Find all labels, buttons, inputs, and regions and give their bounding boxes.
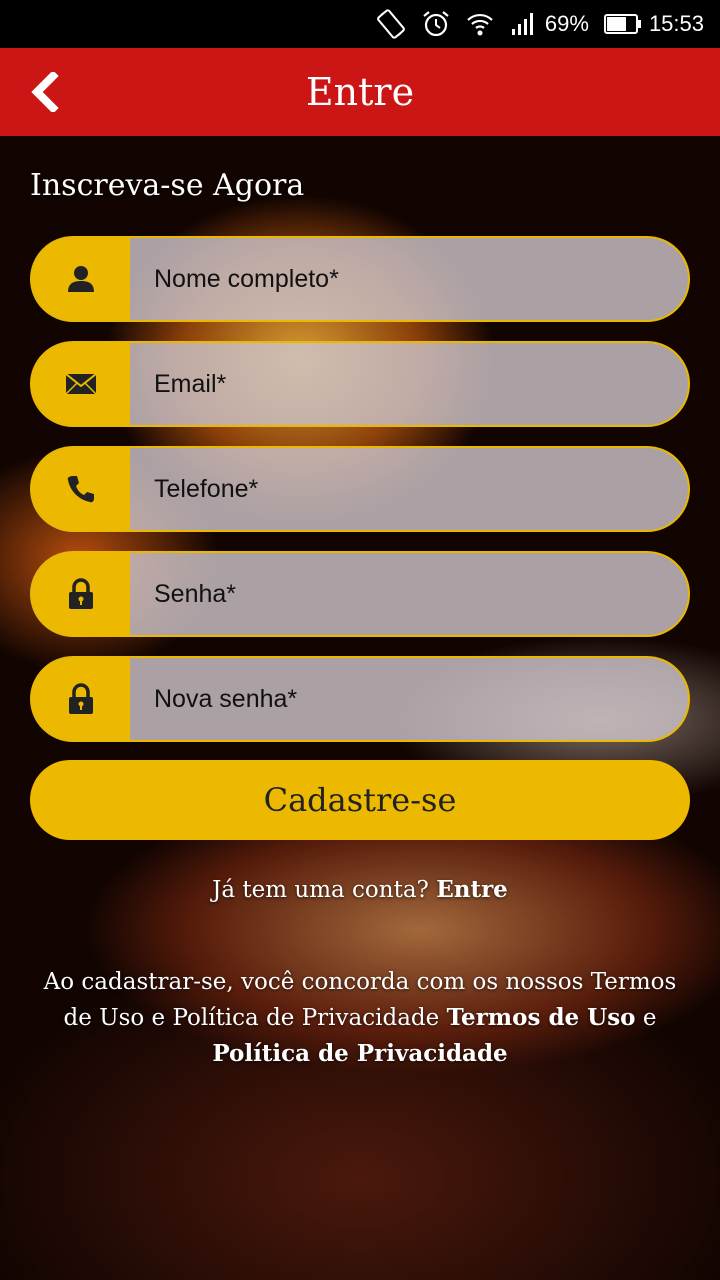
screen-rotate-icon — [375, 8, 407, 40]
app-bar: Entre — [0, 48, 720, 136]
lock-icon — [32, 658, 130, 740]
email-input[interactable] — [130, 343, 688, 425]
terms-of-use-link[interactable]: Termos de Uso — [447, 1004, 636, 1031]
signup-button[interactable]: Cadastre-se — [30, 760, 690, 840]
confirm-password-input[interactable] — [130, 658, 688, 740]
password-field — [30, 551, 690, 637]
phone-icon — [32, 448, 130, 530]
clock-time: 15:53 — [648, 11, 704, 36]
email-field — [30, 341, 690, 427]
login-link[interactable]: Entre — [436, 876, 508, 903]
terms-notice: Ao cadastrar-se, você concorda com os no… — [30, 964, 690, 1072]
back-button[interactable] — [20, 68, 68, 116]
alarm-icon — [421, 9, 451, 39]
wifi-icon — [465, 9, 495, 39]
lock-icon — [32, 553, 130, 635]
battery-percent: 69% — [544, 11, 589, 36]
signal-icon — [509, 9, 539, 39]
password-input[interactable] — [130, 553, 688, 635]
phone-field — [30, 446, 690, 532]
signup-heading: Inscreva-se Agora — [30, 168, 305, 203]
full-name-field — [30, 236, 690, 322]
full-name-input[interactable] — [130, 238, 688, 320]
login-prompt: Já tem uma conta? Entre — [0, 876, 720, 903]
status-bar: 69% 15:53 — [0, 0, 720, 48]
login-prompt-text: Já tem uma conta? — [212, 877, 429, 903]
user-icon — [32, 238, 130, 320]
privacy-policy-link[interactable]: Política de Privacidade — [212, 1040, 507, 1067]
page-title: Entre — [305, 70, 415, 114]
confirm-password-field — [30, 656, 690, 742]
chevron-left-icon — [31, 72, 59, 112]
terms-connector: e — [642, 1005, 657, 1031]
battery-icon — [603, 12, 643, 36]
mail-icon — [32, 343, 130, 425]
phone-input[interactable] — [130, 448, 688, 530]
